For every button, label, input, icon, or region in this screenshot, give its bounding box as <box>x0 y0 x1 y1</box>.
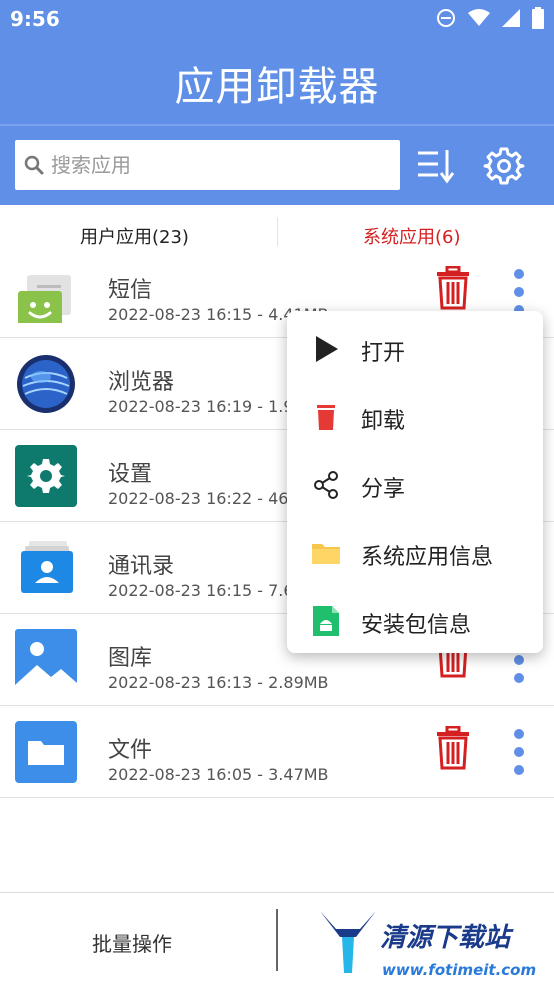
menu-item-apk-info[interactable]: 安装包信息 <box>287 586 543 654</box>
search-box[interactable] <box>15 140 400 190</box>
brand-logo-icon <box>320 911 376 973</box>
play-icon <box>316 336 338 362</box>
bottom-divider <box>276 909 278 971</box>
folder-icon <box>312 544 340 564</box>
page-title: 应用卸载器 <box>174 64 380 110</box>
contacts-app-icon <box>21 541 73 593</box>
app-meta: 2022-08-23 16:19 - 1.9 <box>108 397 294 416</box>
app-name: 短信 <box>108 278 153 303</box>
do-not-disturb-icon <box>437 9 455 27</box>
app-meta: 2022-08-23 16:22 - 46 <box>108 489 289 508</box>
app-meta: 2022-08-23 16:13 - 2.89MB <box>108 673 329 692</box>
menu-item-share[interactable]: 分享 <box>287 450 543 518</box>
wifi-icon <box>468 9 490 26</box>
app-name: 设置 <box>108 462 153 487</box>
settings-gear-icon[interactable] <box>482 144 526 188</box>
browser-globe-icon <box>17 355 75 413</box>
header: 9:56 应用卸载器 <box>0 0 554 205</box>
gallery-app-icon <box>15 629 77 691</box>
status-icons <box>436 6 544 30</box>
brand-url: www.fotimeit.com <box>382 961 537 979</box>
batch-operation-button[interactable]: 批量操作 <box>92 928 172 957</box>
menu-item-label: 打开 <box>361 341 406 366</box>
app-row-files[interactable]: 文件 2022-08-23 16:05 - 3.47MB <box>0 706 554 798</box>
status-bar: 9:56 <box>0 0 554 38</box>
bottom-bar: 批量操作 清源下载站 www.fotimeit.com <box>0 892 554 985</box>
apk-file-icon <box>313 606 339 636</box>
files-app-icon <box>15 721 77 783</box>
app-screen: 9:56 应用卸载器 用户应 <box>0 0 554 985</box>
brand-name: 清源下载站 <box>380 923 511 953</box>
settings-app-icon <box>15 445 77 507</box>
app-meta: 2022-08-23 16:05 - 3.47MB <box>108 765 329 784</box>
header-divider <box>0 124 554 126</box>
signal-icon <box>502 9 520 27</box>
menu-item-uninstall[interactable]: 卸载 <box>287 382 543 450</box>
menu-item-system-app-info[interactable]: 系统应用信息 <box>287 518 543 586</box>
menu-item-label: 系统应用信息 <box>361 545 494 570</box>
share-icon <box>314 471 338 499</box>
search-icon <box>24 155 44 175</box>
app-name: 图库 <box>108 646 153 671</box>
trash-icon[interactable] <box>436 726 470 770</box>
brand-watermark: 清源下载站 www.fotimeit.com <box>316 907 536 981</box>
app-meta: 2022-08-23 16:15 - 7.6 <box>108 581 294 600</box>
app-name: 文件 <box>108 738 153 763</box>
more-options-icon[interactable] <box>512 728 526 776</box>
trash-icon[interactable] <box>436 266 470 310</box>
more-options-icon[interactable] <box>512 268 526 316</box>
battery-icon <box>532 7 544 29</box>
trash-icon <box>317 405 335 430</box>
messages-app-icon <box>18 275 71 323</box>
sort-icon[interactable] <box>412 144 458 188</box>
status-time: 9:56 <box>10 7 60 31</box>
menu-item-label: 卸载 <box>361 409 406 434</box>
menu-item-label: 分享 <box>361 477 406 502</box>
context-menu: 打开 卸载 分享 系统应用信息 安装包信息 <box>287 311 543 653</box>
menu-item-label: 安装包信息 <box>361 613 472 638</box>
menu-item-open[interactable]: 打开 <box>287 314 543 382</box>
app-name: 浏览器 <box>108 370 175 395</box>
search-input[interactable] <box>51 153 371 177</box>
app-name: 通讯录 <box>108 554 175 579</box>
